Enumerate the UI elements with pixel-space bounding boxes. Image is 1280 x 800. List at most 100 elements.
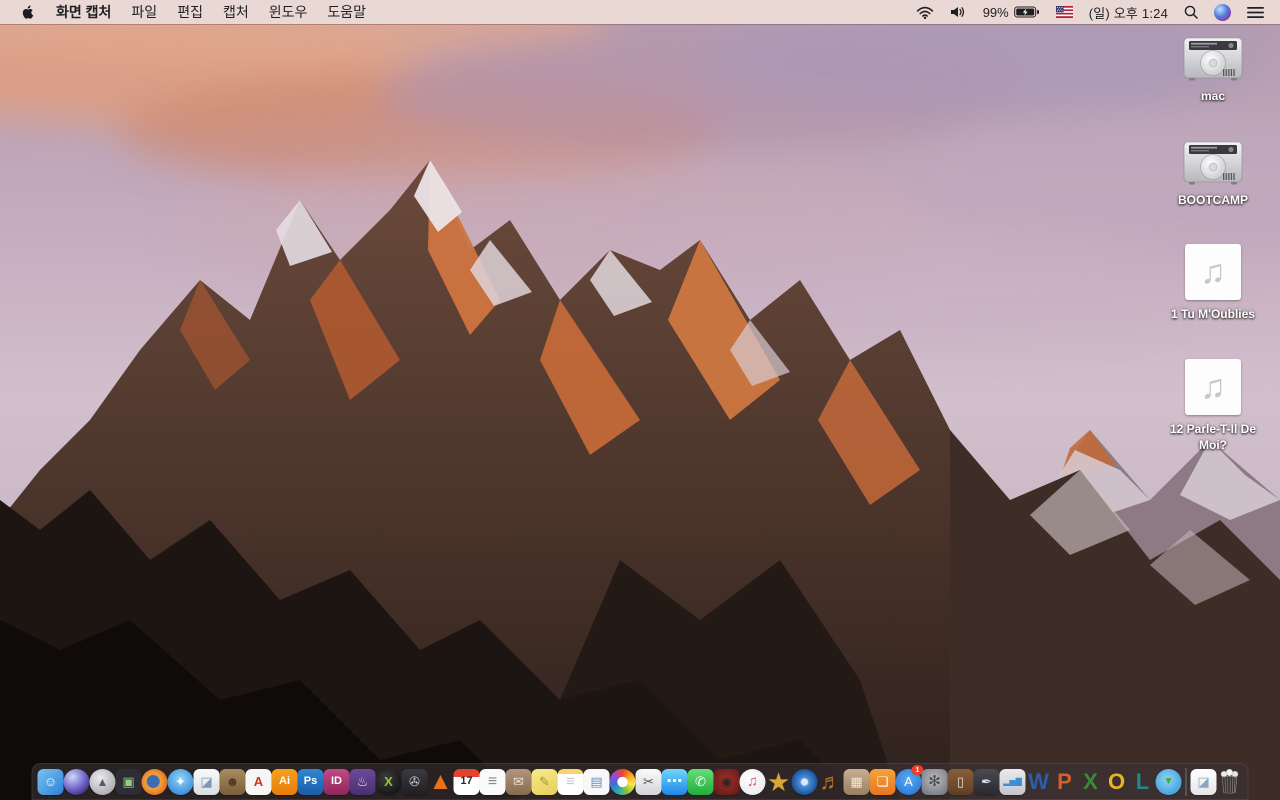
dock-item-contacts[interactable]: ☻	[219, 764, 246, 799]
spotlight-menu[interactable]	[1176, 0, 1206, 24]
dock-icon-glyph: ▯	[947, 768, 974, 795]
dock-icon-glyph	[609, 768, 636, 795]
menu-item-1[interactable]: 편집	[167, 2, 213, 22]
dock-icon-glyph: ✉	[505, 768, 532, 795]
dock-icon-glyph: Ai	[271, 768, 298, 795]
dock-item-powerpoint[interactable]: P	[1052, 764, 1078, 799]
dock-item-garageband[interactable]: ♬	[818, 764, 844, 799]
dock-item-stickies[interactable]: ✎	[531, 764, 558, 799]
dock-item-word[interactable]: W	[1026, 764, 1052, 799]
dock-item-safari[interactable]: ✦	[167, 764, 194, 799]
dock-item-photoshop[interactable]: Ps	[297, 764, 324, 799]
dock-item-grab-screen-capture[interactable]: ✂	[635, 764, 662, 799]
dock-item-finder[interactable]: ☺	[37, 764, 64, 799]
dock-icon-glyph: W	[1028, 768, 1049, 794]
dock-item-photo-booth[interactable]: ◉	[713, 764, 740, 799]
audio-file-icon: ♫	[1185, 358, 1241, 415]
dock-item-numbers[interactable]: ▂▅▇	[999, 764, 1026, 799]
dock-icon-glyph: X	[1083, 768, 1098, 794]
battery-menu[interactable]: 99%	[975, 0, 1048, 24]
menu-bar-left: 화면 캡처 파일 편집 캡처 윈도우 도움말	[8, 0, 376, 24]
dock-item-web-downloader[interactable]: ▼	[1155, 764, 1182, 799]
apple-menu[interactable]	[8, 0, 46, 24]
dock-item-toast-titanium[interactable]: ♨	[349, 764, 376, 799]
dock-item-photos[interactable]	[609, 764, 636, 799]
dock-item-facetime[interactable]: ✆	[687, 764, 714, 799]
dock-icon-glyph: X	[375, 768, 402, 795]
dock-item-preview[interactable]: ◪	[193, 764, 220, 799]
desktop-icon-drive-mac[interactable]: mac	[1166, 36, 1260, 104]
dock-icon-glyph: ▣	[115, 768, 142, 795]
battery-charging-icon	[1013, 6, 1039, 18]
notification-center-menu[interactable]	[1239, 0, 1272, 24]
dock-item-messages[interactable]: ⋯	[661, 764, 688, 799]
desktop-icon-audio-file-1[interactable]: ♫ 1 Tu M'Oublies	[1166, 244, 1260, 322]
volume-menu[interactable]	[942, 0, 975, 24]
dock-icon-glyph: O	[1107, 768, 1126, 794]
dock-item-document-file[interactable]: ◪	[1190, 764, 1217, 799]
dock-item-excel[interactable]: X	[1078, 764, 1104, 799]
dock-item-pages[interactable]: ✒	[973, 764, 1000, 799]
dock-item-reminders[interactable]: ≡	[479, 764, 506, 799]
wifi-menu[interactable]	[908, 0, 942, 24]
dock-item-calendar[interactable]: 17	[453, 764, 480, 799]
dock-icon-glyph: 17	[453, 768, 480, 795]
dock-icon-glyph: Ps	[297, 768, 324, 795]
dock-item-mission-control[interactable]: ▣	[115, 764, 142, 799]
dock-item-itunes[interactable]: ♫	[739, 764, 766, 799]
desktop: 화면 캡처 파일 편집 캡처 윈도우 도움말 99% (일) 오후 1:24 m…	[0, 0, 1280, 800]
dock-icon-glyph	[791, 768, 818, 795]
dock-icon-glyph: ID	[323, 768, 350, 795]
dock-item-xbmc[interactable]: X	[375, 764, 402, 799]
wifi-icon	[916, 6, 933, 19]
dock-item-disk-monitor[interactable]: ✇	[401, 764, 428, 799]
menu-item-4[interactable]: 도움말	[317, 2, 376, 22]
desktop-icon-drive-bootcamp[interactable]: BOOTCAMP	[1166, 140, 1260, 208]
dock-item-indesign[interactable]: ID	[323, 764, 350, 799]
dock-icon-glyph: ◪	[1190, 768, 1217, 795]
siri-menu[interactable]	[1206, 0, 1239, 24]
dock-item-trash[interactable]	[1217, 764, 1243, 799]
dock-item-siri[interactable]	[63, 764, 90, 799]
dock-item-keynote[interactable]: ▯	[947, 764, 974, 799]
dock-item-imovie[interactable]: ★	[766, 764, 792, 799]
dock-icon-glyph	[141, 768, 168, 795]
dock-item-firefox[interactable]	[141, 764, 168, 799]
input-source-menu[interactable]	[1048, 0, 1081, 24]
dock-item-notes[interactable]: ≡	[557, 764, 584, 799]
menu-list: 파일 편집 캡처 윈도우 도움말	[121, 2, 376, 22]
menu-item-2[interactable]: 캡처	[213, 2, 259, 22]
app-menu-title[interactable]: 화면 캡처	[46, 2, 121, 22]
menu-item-0[interactable]: 파일	[121, 2, 167, 22]
clock[interactable]: (일) 오후 1:24	[1081, 0, 1176, 24]
desktop-icon-label: 1 Tu M'Oublies	[1171, 307, 1255, 322]
battery-percent: 99%	[982, 4, 1009, 20]
desktop-icon-label: BOOTCAMP	[1178, 193, 1248, 208]
search-icon	[1184, 5, 1198, 19]
dock-item-ibooks[interactable]: ❏	[869, 764, 896, 799]
dock-item-outlook[interactable]: O	[1104, 764, 1130, 799]
dock-icon-glyph: ♬	[819, 768, 842, 794]
dock-item-app-store[interactable]: A 1	[895, 764, 924, 799]
dock-icon-glyph: ▂▅▇	[999, 768, 1026, 795]
dock-item-system-preferences[interactable]: ✻	[921, 764, 948, 799]
dock-icon-glyph: ▲	[89, 768, 116, 795]
desktop-icon-audio-file-2[interactable]: ♫ 12 Parle-T-Il De Moi?	[1166, 358, 1260, 453]
menu-item-3[interactable]: 윈도우	[259, 2, 318, 22]
dock-icon-glyph: ▦	[843, 768, 870, 795]
dock-item-documents-app[interactable]: ▤	[583, 764, 610, 799]
dock-icon-glyph: ▲	[428, 767, 453, 795]
volume-icon	[950, 7, 964, 17]
dock-item-launchpad[interactable]: ▲	[89, 764, 116, 799]
dock-item-archive-box[interactable]: ✉	[505, 764, 532, 799]
dock-item-acrobat-reader[interactable]: A	[245, 764, 272, 799]
dock-item-iweb-collage[interactable]: ▦	[843, 764, 870, 799]
dock-item-vlc[interactable]: ▲	[428, 764, 454, 799]
siri-icon	[1214, 3, 1231, 21]
dock-item-illustrator[interactable]: Ai	[271, 764, 298, 799]
dock-icon-glyph: ✇	[401, 768, 428, 795]
desktop-icon-label: 12 Parle-T-Il De Moi?	[1169, 421, 1257, 452]
dock-item-lync[interactable]: L	[1130, 764, 1156, 799]
dock-item-dvd-player[interactable]	[791, 764, 818, 799]
dock-icon-glyph: ✒	[973, 768, 1000, 795]
